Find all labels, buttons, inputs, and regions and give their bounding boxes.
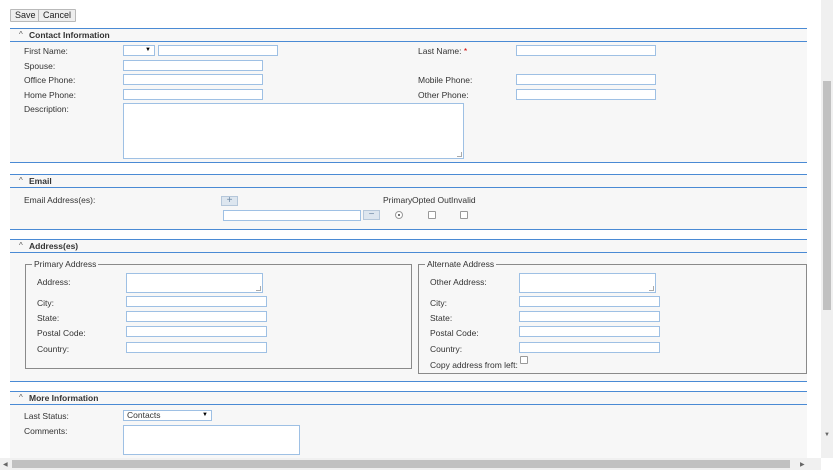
alternate-address-textarea[interactable] xyxy=(519,273,656,293)
alternate-postal-code-input[interactable] xyxy=(519,326,660,337)
contact-information-header[interactable]: ^ Contact Information xyxy=(10,28,807,42)
mobile-phone-label: Mobile Phone: xyxy=(418,75,473,85)
invalid-column-label: Invalid xyxy=(451,195,476,205)
scroll-left-arrow-icon[interactable]: ◀ xyxy=(3,461,8,468)
collapse-caret-icon[interactable]: ^ xyxy=(19,176,23,185)
cancel-button[interactable]: Cancel xyxy=(38,9,77,22)
collapse-caret-icon[interactable]: ^ xyxy=(19,393,23,402)
primary-postal-code-input[interactable] xyxy=(126,326,267,337)
resize-grip-icon[interactable] xyxy=(256,286,261,291)
first-name-label: First Name: xyxy=(24,46,68,56)
horizontal-scrollbar[interactable]: ◀ ▶ xyxy=(0,458,821,470)
section-title: More Information xyxy=(29,393,99,403)
state-label: State: xyxy=(430,313,453,323)
save-button[interactable]: Save xyxy=(10,9,41,22)
country-label: Country: xyxy=(430,344,463,354)
resize-grip-icon[interactable] xyxy=(649,286,654,291)
vertical-scroll-thumb[interactable] xyxy=(823,81,831,310)
alternate-state-input[interactable] xyxy=(519,311,660,322)
dropdown-arrow-icon: ▼ xyxy=(202,412,208,418)
other-phone-input[interactable] xyxy=(516,89,656,100)
postal-code-label: Postal Code: xyxy=(37,328,86,338)
more-information-panel: ^ More Information Last Status: Contacts… xyxy=(10,391,807,458)
office-phone-label: Office Phone: xyxy=(24,75,76,85)
primary-address-legend: Primary Address xyxy=(32,259,99,269)
alternate-city-input[interactable] xyxy=(519,296,660,307)
office-phone-input[interactable] xyxy=(123,74,263,85)
remove-email-button[interactable]: − xyxy=(363,210,380,220)
last-status-select[interactable]: Contacts ▼ xyxy=(123,410,212,421)
primary-column-label: Primary xyxy=(383,195,413,205)
section-title: Contact Information xyxy=(29,30,110,40)
primary-city-input[interactable] xyxy=(126,296,267,307)
spouse-label: Spouse: xyxy=(24,61,56,71)
alternate-address-group: Alternate Address Other Address: City: S… xyxy=(418,259,807,374)
last-name-input[interactable] xyxy=(516,45,656,56)
invalid-checkbox[interactable] xyxy=(460,211,468,219)
home-phone-label: Home Phone: xyxy=(24,90,76,100)
primary-country-input[interactable] xyxy=(126,342,267,353)
opted-out-column-label: Opted Out xyxy=(412,195,452,205)
scroll-right-arrow-icon[interactable]: ▶ xyxy=(800,461,805,468)
more-information-header[interactable]: ^ More Information xyxy=(10,391,807,405)
copy-address-label: Copy address from left: xyxy=(430,360,518,370)
salutation-select[interactable]: ▼ xyxy=(123,45,155,56)
last-status-value: Contacts xyxy=(127,410,161,420)
email-addresses-label: Email Address(es): xyxy=(24,195,96,205)
email-header[interactable]: ^ Email xyxy=(10,174,807,188)
email-panel: ^ Email Email Address(es): + Primary Opt… xyxy=(10,174,807,230)
postal-code-label: Postal Code: xyxy=(430,328,479,338)
mobile-phone-input[interactable] xyxy=(516,74,656,85)
collapse-caret-icon[interactable]: ^ xyxy=(19,241,23,250)
other-address-label: Other Address: xyxy=(430,277,487,287)
country-label: Country: xyxy=(37,344,70,354)
addresses-panel: ^ Address(es) Primary Address Address: C… xyxy=(10,239,807,382)
alternate-address-legend: Alternate Address xyxy=(425,259,497,269)
description-textarea[interactable] xyxy=(123,103,464,159)
comments-label: Comments: xyxy=(24,426,68,436)
other-phone-label: Other Phone: xyxy=(418,90,469,100)
primary-address-textarea[interactable] xyxy=(126,273,263,293)
address-label: Address: xyxy=(37,277,71,287)
add-email-button[interactable]: + xyxy=(221,196,238,206)
vertical-scrollbar[interactable]: ▼ xyxy=(821,0,833,458)
resize-grip-icon[interactable] xyxy=(457,152,462,157)
primary-address-group: Primary Address Address: City: State: Po… xyxy=(25,259,412,369)
description-label: Description: xyxy=(24,104,69,114)
last-name-label: Last Name: * xyxy=(418,46,468,56)
last-status-label: Last Status: xyxy=(24,411,69,421)
city-label: City: xyxy=(37,298,54,308)
scroll-down-arrow-icon[interactable]: ▼ xyxy=(824,432,830,438)
section-title: Email xyxy=(29,176,52,186)
first-name-input[interactable] xyxy=(158,45,278,56)
addresses-header[interactable]: ^ Address(es) xyxy=(10,239,807,253)
section-title: Address(es) xyxy=(29,241,79,251)
required-mark: * xyxy=(463,46,468,56)
primary-state-input[interactable] xyxy=(126,311,267,322)
copy-address-checkbox[interactable] xyxy=(520,356,528,364)
home-phone-input[interactable] xyxy=(123,89,263,100)
alternate-country-input[interactable] xyxy=(519,342,660,353)
contact-information-panel: ^ Contact Information First Name: ▼ Last… xyxy=(10,28,807,163)
collapse-caret-icon[interactable]: ^ xyxy=(19,30,23,39)
opted-out-checkbox[interactable] xyxy=(428,211,436,219)
email-address-input[interactable] xyxy=(223,210,361,221)
comments-textarea[interactable] xyxy=(123,425,300,455)
horizontal-scroll-thumb[interactable] xyxy=(12,460,790,468)
spouse-input[interactable] xyxy=(123,60,263,71)
state-label: State: xyxy=(37,313,60,323)
primary-email-radio[interactable] xyxy=(395,211,403,219)
dropdown-arrow-icon: ▼ xyxy=(145,47,151,53)
city-label: City: xyxy=(430,298,447,308)
